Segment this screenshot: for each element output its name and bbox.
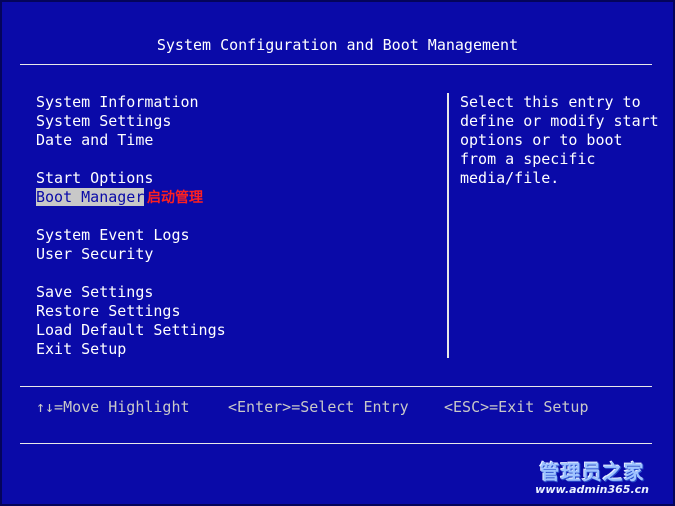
footer-bottom-divider	[20, 443, 652, 444]
menu-item-label: Boot Manager	[36, 188, 145, 206]
bios-screen: System Configuration and Boot Management…	[0, 0, 675, 506]
menu-item-label: System Information	[36, 93, 199, 111]
footer-exit-hint: <ESC>=Exit Setup	[444, 398, 589, 416]
menu-item-label: System Event Logs	[36, 226, 190, 244]
footer-select-hint: <Enter>=Select Entry	[228, 398, 409, 416]
menu-item-label: Start Options	[36, 169, 154, 187]
menu-item-label: Save Settings	[36, 283, 154, 301]
menu-item-date-and-time[interactable]: Date and Time	[36, 131, 153, 150]
menu-item-system-event-logs[interactable]: System Event Logs	[36, 226, 190, 245]
menu-item-system-information[interactable]: System Information	[36, 93, 199, 112]
footer-move-hint: ↑↓=Move Highlight	[36, 398, 190, 416]
menu-item-load-default-settings[interactable]: Load Default Settings	[36, 321, 226, 340]
menu-item-boot-manager[interactable]: Boot Manager	[36, 188, 145, 207]
menu-item-save-settings[interactable]: Save Settings	[36, 283, 153, 302]
title-divider	[20, 64, 652, 65]
page-title: System Configuration and Boot Management	[156, 36, 519, 54]
help-text: Select this entry to define or modify st…	[460, 93, 659, 187]
menu-item-system-settings[interactable]: System Settings	[36, 112, 171, 131]
menu-item-exit-setup[interactable]: Exit Setup	[36, 340, 126, 359]
menu-item-label: Exit Setup	[36, 340, 127, 358]
menu-item-label: Date and Time	[36, 131, 154, 149]
boot-manager-annotation: 启动管理	[147, 190, 203, 206]
menu-item-label: User Security	[36, 245, 154, 263]
watermark-title: 管理员之家	[539, 460, 645, 484]
menu-item-label: Restore Settings	[36, 302, 181, 320]
watermark-logo: 管理员之家 www.admin365.cn	[535, 461, 649, 496]
watermark-url: www.admin365.cn	[535, 483, 649, 496]
menu-item-label: Load Default Settings	[36, 321, 226, 339]
menu-item-user-security[interactable]: User Security	[36, 245, 153, 264]
menu-item-label: System Settings	[36, 112, 172, 130]
footer-top-divider	[20, 386, 652, 387]
menu-item-restore-settings[interactable]: Restore Settings	[36, 302, 181, 321]
panel-divider	[447, 93, 449, 358]
menu-item-start-options[interactable]: Start Options	[36, 169, 153, 188]
